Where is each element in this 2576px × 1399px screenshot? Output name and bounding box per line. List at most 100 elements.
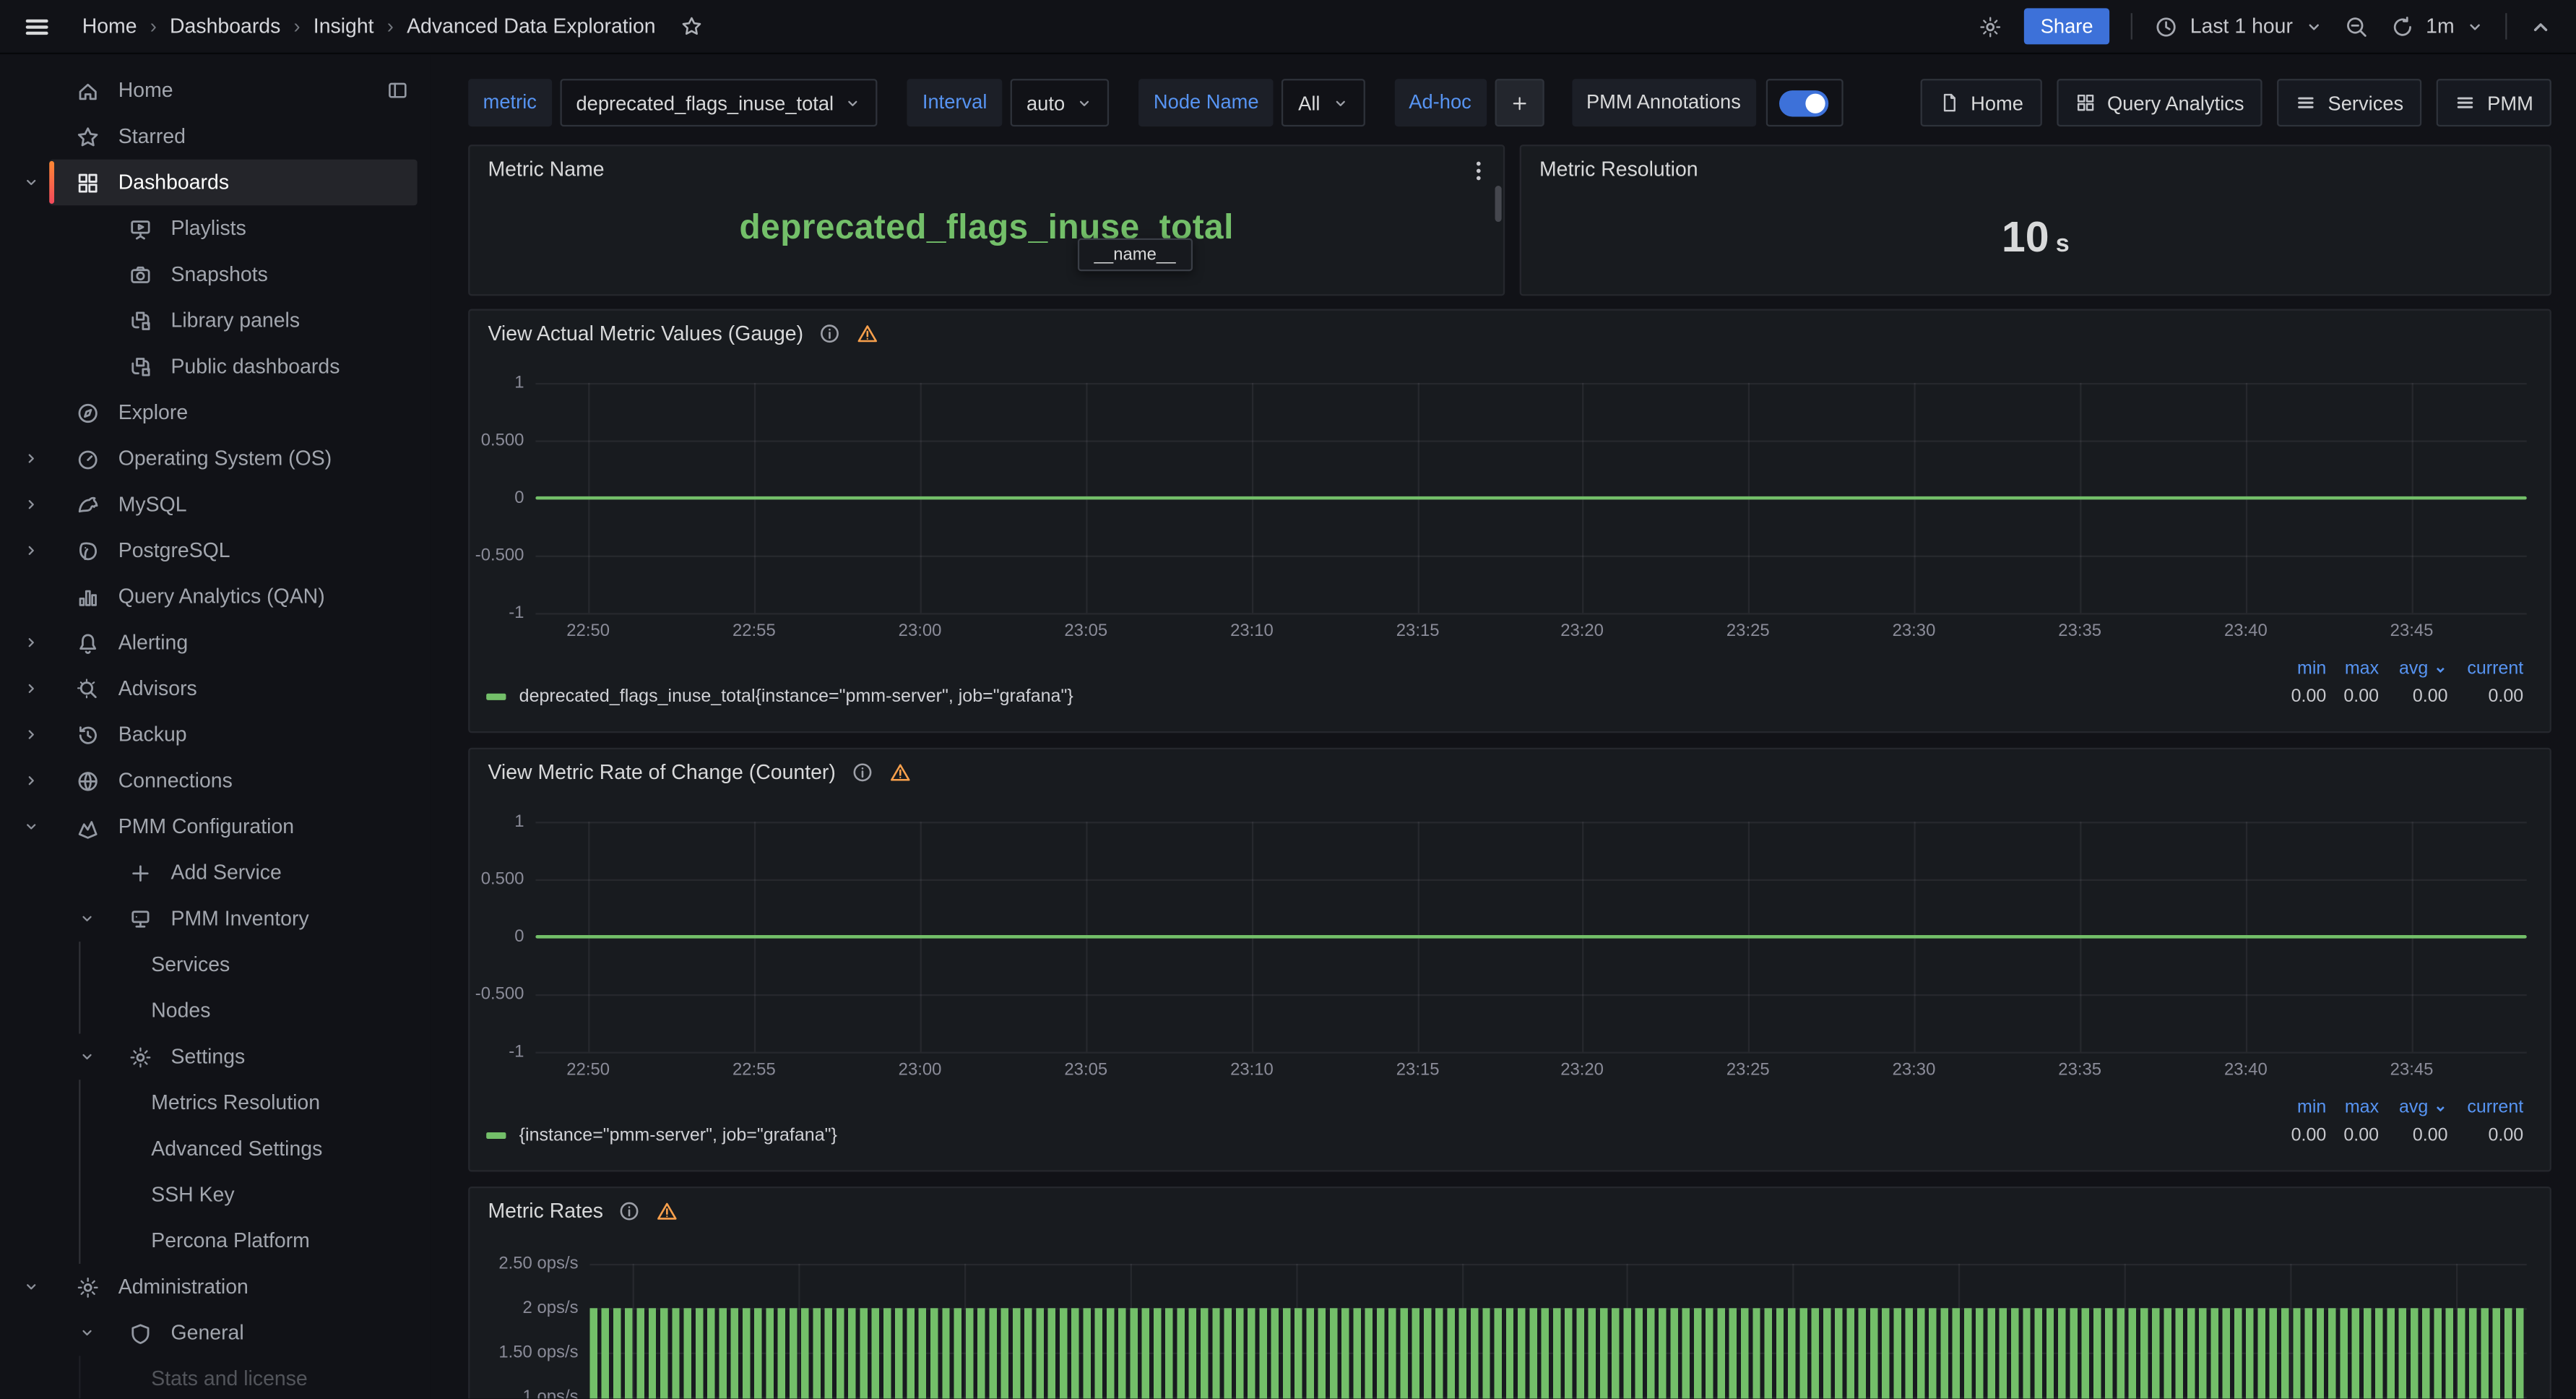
legend-header-max[interactable]: max xyxy=(2326,659,2379,679)
link-button-pmm[interactable]: PMM xyxy=(2437,79,2551,126)
link-button-label: Query Analytics xyxy=(2107,91,2244,114)
legend-series-item[interactable]: {instance="pmm-server", job="grafana"} xyxy=(486,1126,837,1145)
warning-icon[interactable] xyxy=(856,322,879,345)
sidebar-item-operating-system[interactable]: Operating System (OS) xyxy=(0,436,431,482)
share-button[interactable]: Share xyxy=(2024,8,2109,44)
chevron-right-icon[interactable] xyxy=(23,542,40,559)
legend-header-avg[interactable]: avg xyxy=(2379,659,2448,679)
sidebar-item-nodes[interactable]: Nodes xyxy=(0,988,431,1034)
refresh-picker[interactable]: 1m xyxy=(2390,14,2484,38)
chevron-up-icon[interactable] xyxy=(2528,14,2553,38)
sidebar-item-backup[interactable]: Backup xyxy=(0,712,431,758)
chevron-down-icon[interactable] xyxy=(79,1049,95,1065)
info-icon[interactable] xyxy=(850,761,873,784)
info-icon[interactable] xyxy=(818,322,842,345)
sidebar-item-mysql[interactable]: MySQL xyxy=(0,481,431,528)
sidebar-item-administration[interactable]: Administration xyxy=(0,1264,431,1310)
sidebar-item-ssh-key[interactable]: SSH Key xyxy=(0,1172,431,1218)
chevron-right-icon[interactable] xyxy=(23,681,40,697)
legend-header-row: minmax avg current xyxy=(2277,1098,2523,1117)
sidebar-item-settings[interactable]: Settings xyxy=(0,1033,431,1080)
panel-metric-rates: Metric Rates 2.50 ops/s2 ops/s1.50 ops/s… xyxy=(468,1187,2551,1398)
sidebar-item-stats-and-license[interactable]: Stats and license xyxy=(0,1356,431,1398)
chevron-down-icon[interactable] xyxy=(23,174,40,191)
sidebar-item-explore[interactable]: Explore xyxy=(0,389,431,436)
info-icon[interactable] xyxy=(618,1200,641,1223)
variable-label-node-name[interactable]: Node Name xyxy=(1138,79,1274,126)
sidebar-item-starred[interactable]: Starred xyxy=(0,113,431,160)
sidebar-item-postgresql[interactable]: PostgreSQL xyxy=(0,528,431,574)
chevron-right-icon[interactable] xyxy=(23,772,40,789)
sidebar-item-connections[interactable]: Connections xyxy=(0,757,431,804)
breadcrumb-item[interactable]: Home xyxy=(82,14,137,38)
percona-icon xyxy=(76,814,100,839)
sidebar-item-percona-platform[interactable]: Percona Platform xyxy=(0,1218,431,1264)
legend-header-avg[interactable]: avg xyxy=(2379,1098,2448,1117)
chevron-down-icon[interactable] xyxy=(23,819,40,835)
breadcrumb-item[interactable]: Insight xyxy=(314,14,374,38)
pmm-annotations-toggle[interactable] xyxy=(1765,79,1843,126)
sidebar-item-label: Add Service xyxy=(171,850,282,896)
legend-header-min[interactable]: min xyxy=(2277,659,2326,679)
gridline-horizontal xyxy=(535,440,2526,442)
sidebar-item-dashboards[interactable]: Dashboards xyxy=(0,160,431,206)
chevron-down-icon[interactable] xyxy=(79,1325,95,1341)
sidebar-item-general[interactable]: General xyxy=(0,1310,431,1356)
sidebar-item-public-dashboards[interactable]: Public dashboards xyxy=(0,343,431,389)
legend-header-current[interactable]: current xyxy=(2448,1098,2524,1117)
tree-guide-line xyxy=(79,988,80,1034)
variable-value-node-name[interactable]: All xyxy=(1281,79,1364,126)
chevron-right-icon[interactable] xyxy=(23,450,40,467)
link-button-home[interactable]: Home xyxy=(1920,79,2041,126)
chevron-down-icon[interactable] xyxy=(79,911,95,927)
variable-label-metric[interactable]: metric xyxy=(468,79,551,126)
sidebar-item-alerting[interactable]: Alerting xyxy=(0,619,431,666)
add-adhoc-filter-button[interactable] xyxy=(1495,79,1544,126)
panel-menu-kebab-icon[interactable] xyxy=(1466,156,1492,186)
x-axis-tick-label: 23:00 xyxy=(887,621,953,641)
sidebar-item-advanced-settings[interactable]: Advanced Settings xyxy=(0,1126,431,1172)
pmm-annotations-label[interactable]: PMM Annotations xyxy=(1572,79,1756,126)
variable-value-interval[interactable]: auto xyxy=(1010,79,1109,126)
legend-header-min[interactable]: min xyxy=(2277,1098,2326,1117)
warning-icon[interactable] xyxy=(889,761,912,784)
adhoc-filter-label[interactable]: Ad-hoc xyxy=(1394,79,1486,126)
sidebar-item-advisors[interactable]: Advisors xyxy=(0,666,431,712)
variable-value-metric[interactable]: deprecated_flags_inuse_total xyxy=(560,79,878,126)
sidebar-item-pmm-configuration[interactable]: PMM Configuration xyxy=(0,804,431,850)
sidebar-item-metrics-resolution[interactable]: Metrics Resolution xyxy=(0,1080,431,1126)
time-range-picker[interactable]: Last 1 hour xyxy=(2154,14,2322,38)
panel-metric-resolution: Metric Resolution 10s xyxy=(1520,145,2551,296)
sidebar-item-home[interactable]: Home xyxy=(0,67,431,113)
legend-header-max[interactable]: max xyxy=(2326,1098,2379,1117)
sidebar-item-add-service[interactable]: Add Service xyxy=(0,850,431,896)
dock-sidebar-icon[interactable] xyxy=(386,79,409,102)
menu-toggle-icon[interactable] xyxy=(23,12,51,40)
plus-icon xyxy=(128,861,152,885)
chevron-right-icon[interactable] xyxy=(23,634,40,651)
legend-header-label: avg xyxy=(2399,1098,2428,1117)
breadcrumb-item[interactable]: Advanced Data Exploration xyxy=(407,14,656,38)
sidebar-item-snapshots[interactable]: Snapshots xyxy=(0,251,431,298)
sidebar-item-playlists[interactable]: Playlists xyxy=(0,205,431,251)
sidebar-item-library-panels[interactable]: Library panels xyxy=(0,298,431,344)
chevron-down-icon[interactable] xyxy=(23,1278,40,1295)
dashboard-settings-gear-icon[interactable] xyxy=(1978,14,2002,38)
zoom-out-icon[interactable] xyxy=(2343,14,2368,38)
panel-scrollbar-thumb[interactable] xyxy=(1495,186,1502,222)
sidebar-item-pmm-inventory[interactable]: PMM Inventory xyxy=(0,895,431,942)
chevron-right-icon[interactable] xyxy=(23,496,40,513)
star-icon[interactable] xyxy=(680,14,704,38)
link-button-query-analytics[interactable]: Query Analytics xyxy=(2056,79,2262,126)
chevron-right-icon[interactable] xyxy=(23,726,40,743)
list-icon xyxy=(2295,92,2317,113)
breadcrumb-item[interactable]: Dashboards xyxy=(170,14,280,38)
warning-icon[interactable] xyxy=(656,1200,679,1223)
legend-series-item[interactable]: deprecated_flags_inuse_total{instance="p… xyxy=(486,687,1073,707)
sidebar-item-services[interactable]: Services xyxy=(0,942,431,988)
link-button-services[interactable]: Services xyxy=(2277,79,2421,126)
library-panels-icon xyxy=(128,308,152,332)
sidebar-item-query-analytics[interactable]: Query Analytics (QAN) xyxy=(0,574,431,620)
variable-label-interval[interactable]: Interval xyxy=(907,79,1001,126)
legend-header-current[interactable]: current xyxy=(2448,659,2524,679)
